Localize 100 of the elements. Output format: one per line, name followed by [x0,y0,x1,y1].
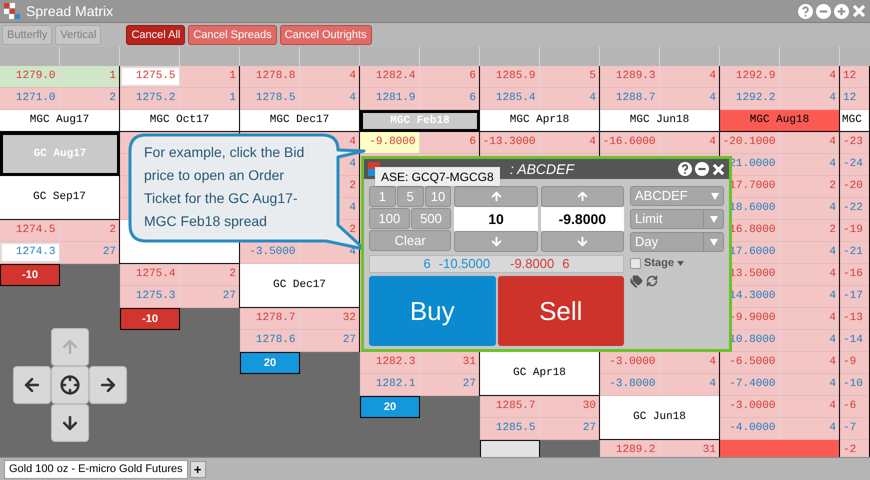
bid-price[interactable]: -17 [840,286,869,307]
price-field[interactable]: -9.8000 [540,207,624,231]
contract-label[interactable]: MGC Jun18 [600,110,720,132]
sell-button[interactable]: Sell [498,276,624,346]
quantity-button[interactable] [480,440,540,457]
ask-price[interactable]: -16 [840,264,869,285]
ask-price[interactable]: 1279.0 [16,68,58,85]
bid-price[interactable]: 1288.7 [616,90,658,107]
preset-button[interactable]: 1 [369,186,396,207]
ask-price[interactable]: 1289.2 [616,442,658,457]
bid-price[interactable]: 1285.4 [496,90,538,107]
toolbar-button[interactable]: Cancel Outrights [280,25,372,45]
ask-price[interactable]: -13.3000 [482,134,538,151]
preset-button[interactable]: 100 [369,208,410,229]
ask-price[interactable]: 1282.3 [376,354,418,371]
contract-label[interactable]: MGC Aug18 [720,110,840,132]
quantity-button[interactable]: 20 [360,396,420,418]
ask-price[interactable]: -3.0000 [729,398,778,415]
quantity-field[interactable]: 10 [454,207,538,231]
maximize-icon[interactable] [834,4,849,18]
ask-price[interactable]: 1278.7 [256,310,298,327]
bid-price[interactable]: 18.6000 [729,200,778,217]
bid-price[interactable]: -4.0000 [729,420,778,437]
close-icon[interactable] [712,162,725,176]
bid-price[interactable]: 1281.9 [376,90,418,107]
bid-price[interactable]: -22 [840,198,869,219]
preset-button[interactable]: 5 [396,186,424,207]
ask-price[interactable]: 1292.9 [736,68,778,85]
ask-price[interactable]: 17.7000 [729,178,778,195]
contract-label[interactable]: MGC Aug17 [0,110,120,132]
ask-price[interactable]: 12 [840,66,869,87]
bid-price[interactable]: 1292.2 [736,90,778,107]
tags-icon[interactable] [630,274,643,288]
ask-price[interactable]: 16.8000 [729,222,778,239]
quantity-button[interactable]: -10 [120,308,180,330]
stage-checkbox[interactable] [630,258,641,269]
pan-right-button[interactable] [89,366,127,404]
ask-price[interactable]: 1285.7 [496,398,538,415]
bid-price[interactable]: 1278.6 [256,332,298,349]
bid-price[interactable]: 1271.0 [16,90,58,107]
ask-price[interactable]: 1278.8 [256,68,298,85]
contract-label[interactable]: MGC Oct17 [120,110,240,132]
bid-price[interactable]: 1275.2 [136,90,178,107]
pan-left-button[interactable] [13,366,51,404]
contract-label[interactable]: GC Apr18 [480,352,600,396]
account-dropdown[interactable]: ABCDEF [630,186,724,206]
ask-price[interactable]: -3.0000 [609,354,658,371]
bid-price[interactable]: -21 [840,242,869,263]
bid-price[interactable]: 14.3000 [729,288,778,305]
toolbar-button[interactable]: Cancel All [126,25,186,45]
contract-label[interactable]: GC Sep17 [0,176,120,220]
ask-price[interactable]: 1285.9 [496,68,538,85]
quantity-button[interactable]: 20 [240,352,300,374]
ask-price[interactable]: -9.9000 [729,310,778,327]
preset-button[interactable]: 10 [424,186,452,207]
bid-price[interactable]: -10.5000 [438,254,490,274]
bid-price[interactable]: -3.8000 [609,376,658,393]
ask-price[interactable]: -20.1000 [722,134,778,151]
contract-label[interactable]: MGC Dec17 [240,110,360,132]
ask-price[interactable]: -2 [840,440,869,457]
bid-price[interactable]: -7 [840,418,869,439]
ask-price[interactable]: -6 [840,396,869,417]
bid-price[interactable]: -7.4000 [729,376,778,393]
ask-price[interactable]: -19 [840,220,869,241]
ask-price[interactable]: 1275.4 [136,266,178,283]
increment-button[interactable] [540,186,624,207]
help-icon[interactable] [678,162,692,176]
bid-price[interactable]: -24 [840,154,869,175]
minimize-icon[interactable] [695,162,709,176]
bid-price[interactable]: 17.6000 [729,244,778,261]
stage-label[interactable]: Stage [644,255,674,272]
bid-price[interactable]: 21.0000 [729,156,778,173]
bid-price[interactable]: -3.5000 [249,244,298,261]
clear-button[interactable]: Clear [369,230,452,251]
ask-price[interactable]: -20 [840,176,869,197]
bid-price[interactable]: 1285.5 [496,420,538,437]
contract-label[interactable]: MGC Apr18 [480,110,600,132]
ask-price[interactable]: -13 [840,308,869,329]
contract-label[interactable]: GC Jun18 [600,396,720,440]
bid-price[interactable]: 1282.1 [376,376,418,393]
ask-price[interactable]: -9.8000 [510,254,554,274]
ask-price[interactable]: 13.5000 [729,266,778,283]
bid-price[interactable]: 10.8000 [729,332,778,349]
ask-price[interactable]: -9 [840,352,869,373]
contract-label[interactable]: MGC [840,110,870,132]
bid-price[interactable]: -14 [840,330,869,351]
preset-button[interactable]: 500 [410,208,452,229]
buy-button[interactable]: Buy [369,276,496,346]
ask-price[interactable]: -6.5000 [729,354,778,371]
bid-price[interactable]: -10 [840,374,869,395]
bid-price[interactable]: 1278.5 [256,90,298,107]
quantity-button[interactable]: -10 [0,264,60,286]
decrement-button[interactable] [540,231,624,252]
bid-price[interactable]: 12 [840,88,869,109]
order-type-dropdown[interactable]: Limit [630,209,724,229]
refresh-icon[interactable] [646,275,658,287]
ask-price[interactable]: 1282.4 [376,68,418,85]
pan-down-button[interactable] [51,404,89,442]
ask-price[interactable]: -23 [840,132,869,153]
tab[interactable]: Gold 100 oz - E-micro Gold Futures [4,460,188,478]
